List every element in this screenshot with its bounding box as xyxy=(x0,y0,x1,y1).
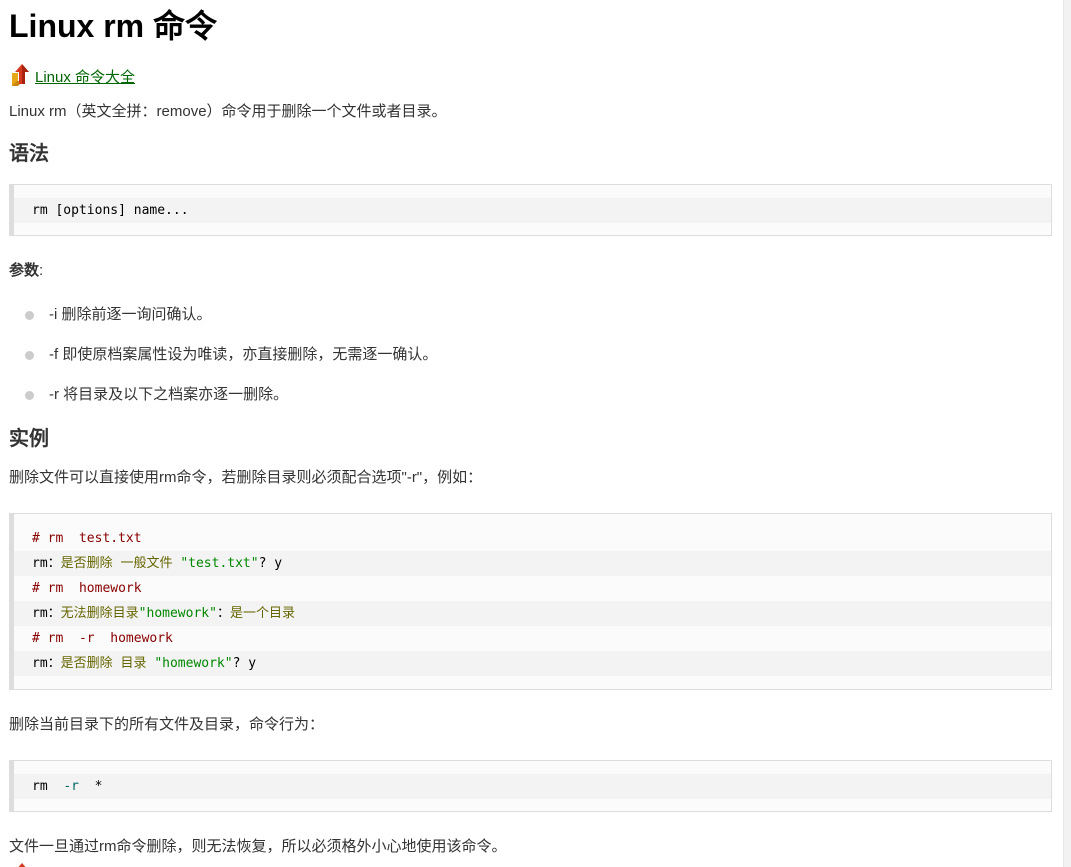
code-text: rm： xyxy=(32,556,61,571)
intro-text: Linux rm（英文全拼：remove）命令用于删除一个文件或者目录。 xyxy=(9,103,447,120)
examples-code-block: # rm test.txt rm：是否删除 一般文件 "test.txt"? y… xyxy=(9,513,1052,690)
code-text: 是一个目录 xyxy=(229,606,295,621)
examples-desc-1: 删除文件可以直接使用rm命令，若删除目录则必须配合选项"-r"，例如： xyxy=(9,469,483,486)
code-text: rm： xyxy=(32,656,61,671)
code-line: # rm test.txt xyxy=(14,526,1051,551)
param-text: -i 删除前逐一询问确认。 xyxy=(49,306,212,323)
param-text: -f 即使原档案属性设为唯读，亦直接删除，无需逐一确认。 xyxy=(49,346,438,363)
code-string: "test.txt" xyxy=(180,556,259,571)
code-text: rm xyxy=(32,779,64,794)
code-string: "homework" xyxy=(138,606,217,621)
up-arrow-icon[interactable] xyxy=(9,861,33,867)
params-list: -i 删除前逐一询问确认。 -f 即使原档案属性设为唯读，亦直接删除，无需逐一确… xyxy=(9,300,437,420)
code-text: 是否删除 一般文件 xyxy=(60,556,181,571)
scrollbar-track[interactable] xyxy=(1063,0,1071,867)
code-text: * xyxy=(78,779,103,794)
list-item: -r 将目录及以下之档案亦逐一删除。 xyxy=(9,380,437,420)
syntax-code-block: rm [options] name... xyxy=(9,184,1052,236)
params-label: 参数: xyxy=(9,261,43,281)
examples-desc-2: 删除当前目录下的所有文件及目录，命令行为： xyxy=(9,716,325,733)
code-comment: # rm -r homework xyxy=(32,631,173,646)
examples-heading: 实例 xyxy=(9,428,49,450)
code-line: rm：无法删除目录"homework"：是一个目录 xyxy=(14,601,1051,626)
syntax-heading: 语法 xyxy=(9,143,49,165)
page-title: Linux rm 命令 xyxy=(9,8,218,44)
code-text: rm [options] name... xyxy=(32,203,189,218)
code-line: rm：是否删除 一般文件 "test.txt"? y xyxy=(14,551,1051,576)
params-label-bold: 参数 xyxy=(9,262,40,279)
list-item: -f 即使原档案属性设为唯读，亦直接删除，无需逐一确认。 xyxy=(9,340,437,380)
code-text: 是否删除 目录 xyxy=(60,656,155,671)
code-line: # rm homework xyxy=(14,576,1051,601)
code-flag: -r xyxy=(63,779,79,794)
list-item: -i 删除前逐一询问确认。 xyxy=(9,300,437,340)
code-text: rm： xyxy=(32,606,61,621)
code-text: ? y xyxy=(258,556,283,571)
rm-all-code-block: rm -r * xyxy=(9,760,1052,812)
linux-commands-index-link[interactable]: Linux 命令大全 xyxy=(9,58,135,88)
code-text: ： xyxy=(216,606,230,621)
bullet-icon xyxy=(25,391,34,400)
code-string: "homework" xyxy=(154,656,233,671)
code-line: # rm -r homework xyxy=(14,626,1051,651)
code-comment: # rm homework xyxy=(32,581,142,596)
code-line: rm：是否删除 目录 "homework"? y xyxy=(14,651,1051,676)
params-colon: : xyxy=(39,262,44,279)
back-link-label[interactable]: Linux 命令大全 xyxy=(35,69,135,88)
code-line: rm -r * xyxy=(14,774,1051,799)
param-text: -r 将目录及以下之档案亦逐一删除。 xyxy=(49,386,289,403)
bullet-icon xyxy=(25,311,34,320)
bullet-icon xyxy=(25,351,34,360)
code-line: rm [options] name... xyxy=(14,198,1051,223)
up-arrow-icon xyxy=(9,62,33,88)
examples-desc-3: 文件一旦通过rm命令删除，则无法恢复，所以必须格外小心地使用该命令。 xyxy=(9,838,507,855)
code-text: ? y xyxy=(232,656,257,671)
code-comment: # rm test.txt xyxy=(32,531,142,546)
code-text: 无法删除目录 xyxy=(60,606,139,621)
